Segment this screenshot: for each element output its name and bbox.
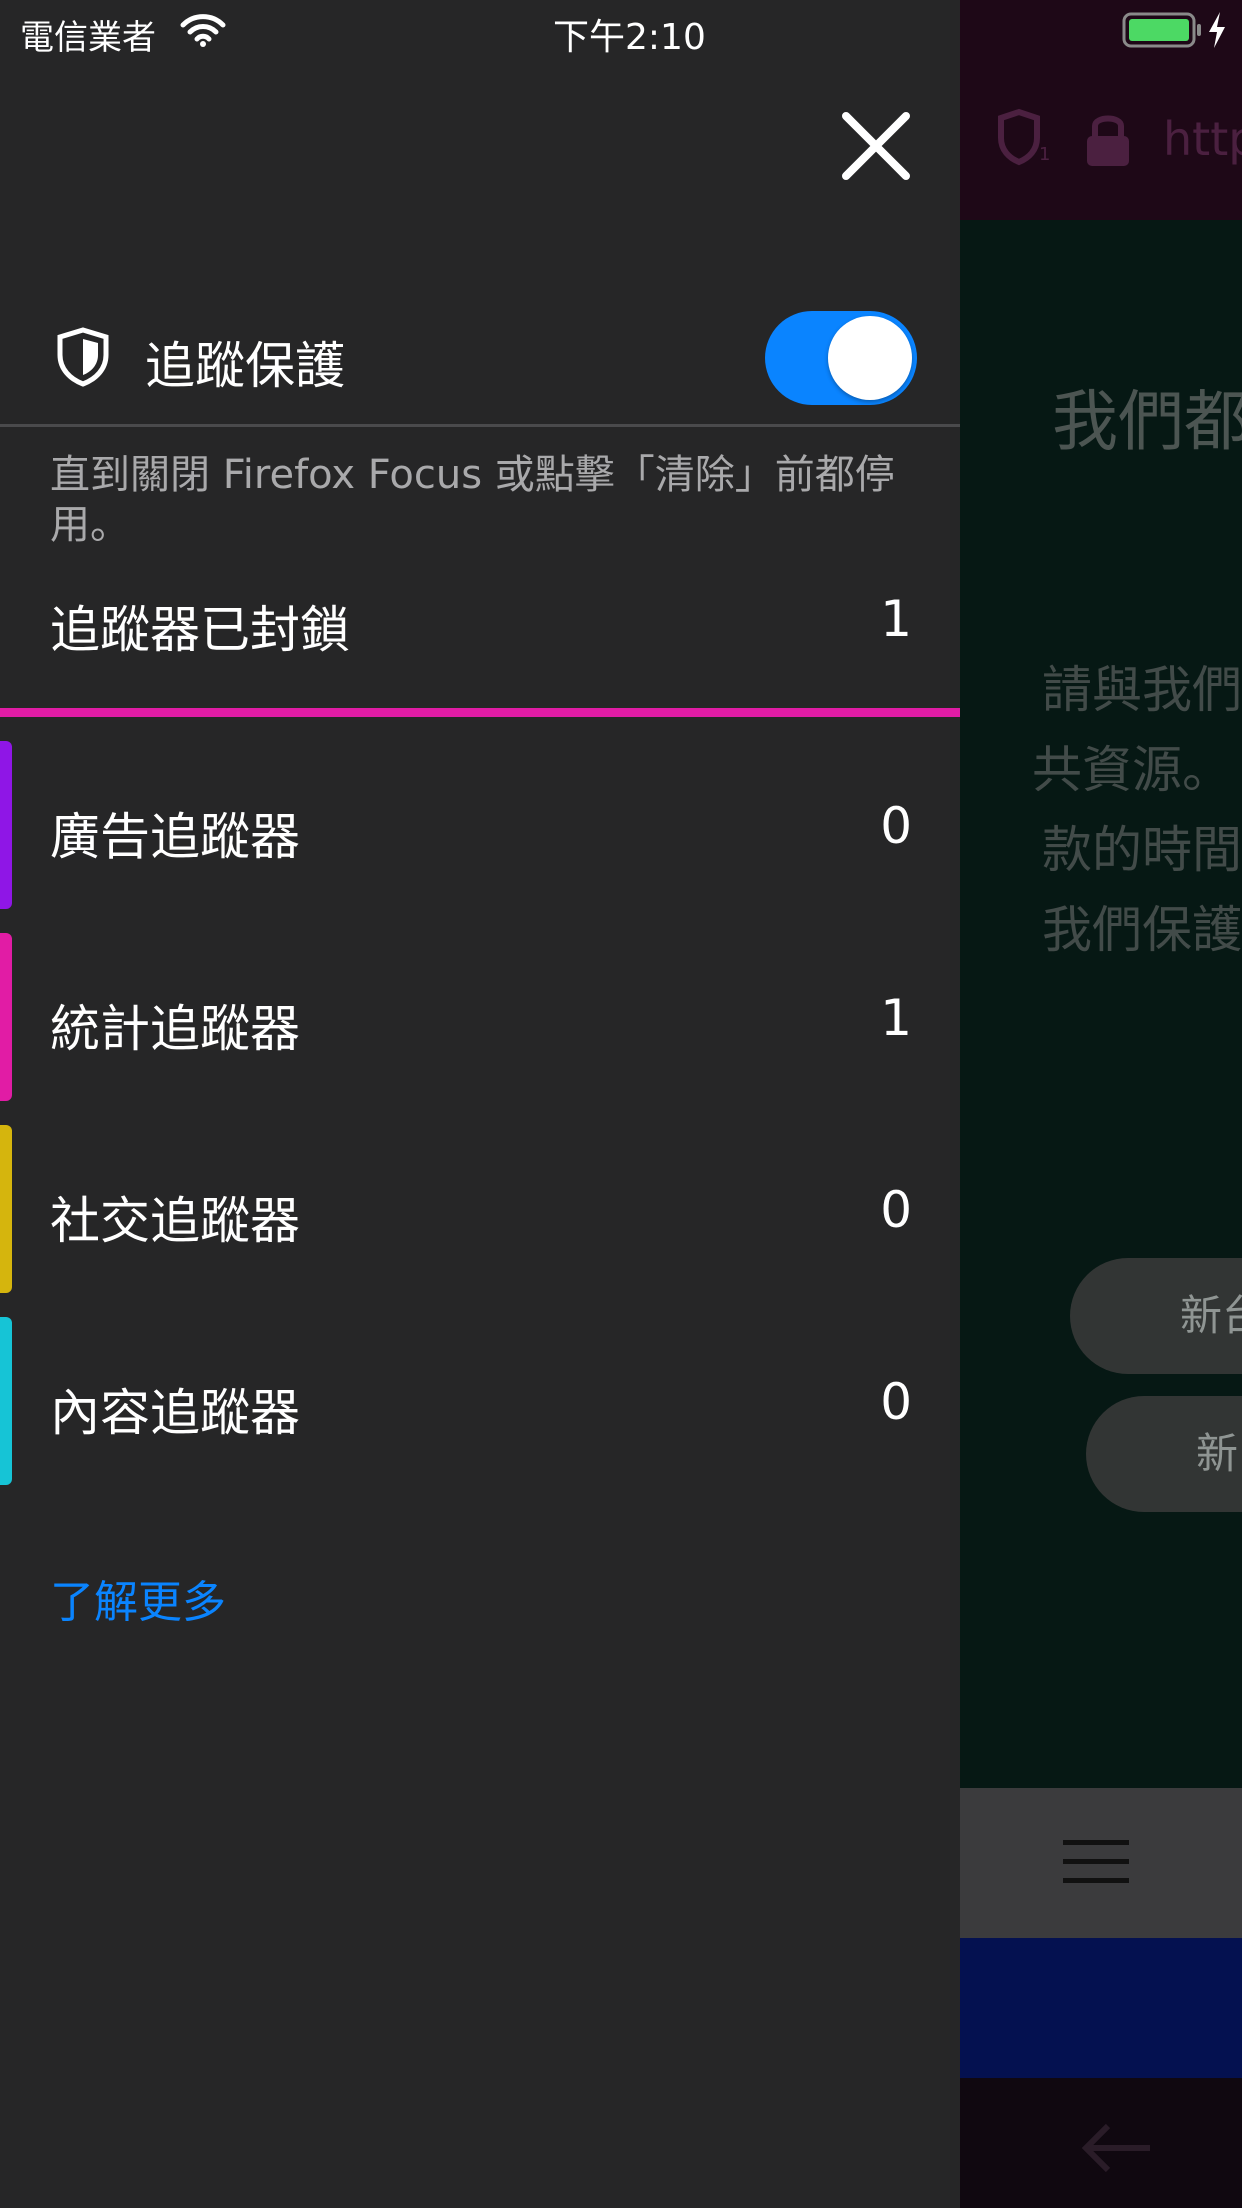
category-count: 0 [880,1181,912,1239]
status-bar: 電信業者 下午2:10 [0,0,1242,60]
tracking-protection-description: 直到關閉 Firefox Focus 或點擊「清除」前都停用。 [50,452,895,548]
background-button: 新台 [1070,1258,1242,1374]
background-url-text: http [1163,112,1242,166]
close-icon [842,112,910,180]
learn-more-link[interactable]: 了解更多 [50,1566,226,1630]
close-button[interactable] [836,106,916,186]
toggle-knob [828,316,912,400]
battery-icon [1122,12,1201,48]
lock-icon [1087,115,1129,166]
charging-bolt-icon [1209,12,1225,48]
tracker-category-content: 內容追蹤器 0 [0,1317,960,1485]
background-paragraph-line: 我們保護 [1042,901,1242,959]
category-color-stripe [0,1125,12,1293]
background-bar [960,1938,1242,2078]
divider [0,424,960,427]
category-color-stripe [0,741,12,909]
category-count: 1 [880,989,912,1047]
trackers-blocked-row: 追蹤器已封鎖 1 [0,590,960,700]
wifi-icon [180,14,226,47]
background-paragraph-line: 款的時間 [1042,821,1242,879]
background-button: 新 [1086,1396,1242,1512]
background-content: 我們都 請與我們 共資源。 款的時間 我們保護 新台 新 [960,220,1242,1788]
tracker-category-ads: 廣告追蹤器 0 [0,741,960,909]
tracker-category-analytics: 統計追蹤器 1 [0,933,960,1101]
tracking-protection-title: 追蹤保護 [145,337,345,395]
trackers-blocked-count: 1 [880,590,912,648]
tracking-protection-toggle[interactable] [765,311,917,405]
back-arrow-icon [1081,2123,1150,2173]
status-time: 下午2:10 [553,17,706,58]
category-label: 內容追蹤器 [50,1384,300,1442]
carrier-label: 電信業者 [20,18,156,58]
shield-icon: 1 [998,108,1050,166]
background-bottom-bar [960,2078,1242,2208]
background-toolbar [960,1788,1242,1938]
shield-icon [57,327,109,387]
menu-icon [1063,1840,1129,1883]
category-count: 0 [880,1373,912,1431]
trackers-blocked-label: 追蹤器已封鎖 [50,601,350,659]
category-color-stripe [0,1317,12,1485]
background-web-page: 1 http 我們都 請與我們 共資源。 款的時間 我們保護 新台 新 [960,0,1242,2208]
tracker-summary-bar [0,708,960,717]
category-label: 廣告追蹤器 [50,808,300,866]
category-label: 統計追蹤器 [50,1000,300,1058]
background-paragraph-line: 共資源。 [1032,741,1232,799]
tracker-category-social: 社交追蹤器 0 [0,1125,960,1293]
category-color-stripe [0,933,12,1101]
category-label: 社交追蹤器 [50,1192,300,1250]
background-headline: 我們都 [1052,383,1242,460]
background-paragraph-line: 請與我們 [1042,661,1242,719]
tracking-protection-row: 追蹤保護 [0,296,960,426]
category-count: 0 [880,797,912,855]
tracking-protection-panel: 追蹤保護 直到關閉 Firefox Focus 或點擊「清除」前都停用。 追蹤器… [0,0,960,2208]
svg-text:1: 1 [1039,144,1050,165]
